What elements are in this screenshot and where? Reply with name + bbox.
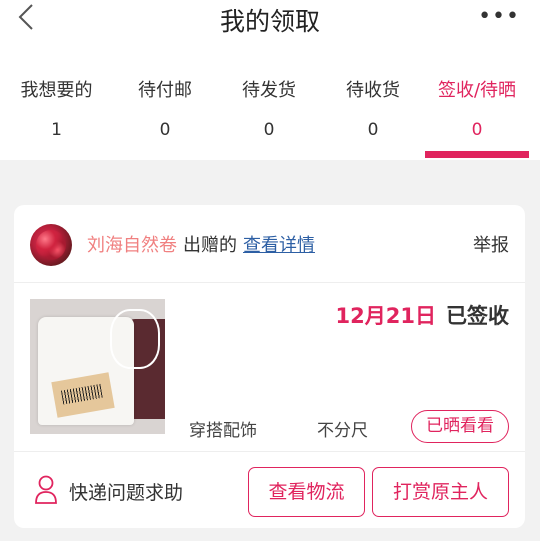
user-icon[interactable] bbox=[34, 474, 58, 504]
top-bar: 我的领取 ••• 我想要的 1 待付邮 0 待发货 0 待收货 0 签收/待晒 … bbox=[0, 0, 540, 160]
tab-count: 0 bbox=[471, 120, 483, 140]
tab-label: 待发货 bbox=[242, 80, 296, 101]
giver-row: 刘海自然卷 出赠的 查看详情 举报 bbox=[14, 205, 525, 283]
sign-date: 12月21日 bbox=[335, 304, 436, 328]
item-category: 穿搭配饰 bbox=[189, 421, 257, 441]
page-title: 我的领取 bbox=[219, 7, 320, 36]
more-options-icon[interactable]: ••• bbox=[478, 4, 520, 29]
sign-state: 已签收 bbox=[446, 304, 509, 328]
order-card: 刘海自然卷 出赠的 查看详情 举报 12月21日 已签收 穿搭配饰 不分尺 已晒看看 … bbox=[14, 205, 525, 528]
sign-status: 12月21日 已签收 bbox=[336, 300, 509, 330]
item-thumbnail[interactable] bbox=[30, 299, 165, 434]
giver-name[interactable]: 刘海自然卷 bbox=[87, 235, 177, 256]
tab-signed-to-share[interactable]: 签收/待晒 0 bbox=[425, 78, 529, 140]
report-button[interactable]: 举报 bbox=[473, 231, 509, 257]
show-off-button[interactable]: 已晒看看 bbox=[411, 410, 509, 443]
tab-count: 0 bbox=[159, 120, 171, 140]
avatar[interactable] bbox=[30, 224, 72, 266]
shipping-help-link[interactable]: 快递问题求助 bbox=[69, 478, 183, 505]
tab-label: 我想要的 bbox=[20, 80, 93, 101]
active-tab-indicator bbox=[425, 151, 529, 158]
status-tabs: 我想要的 1 待付邮 0 待发货 0 待收货 0 签收/待晒 0 bbox=[0, 78, 540, 140]
tab-label: 签收/待晒 bbox=[437, 80, 517, 101]
tab-pending-postage[interactable]: 待付邮 0 bbox=[113, 78, 217, 140]
tab-pending-receipt[interactable]: 待收货 0 bbox=[321, 78, 425, 140]
tab-count: 0 bbox=[367, 120, 379, 140]
tab-wanted[interactable]: 我想要的 1 bbox=[0, 78, 113, 140]
tab-pending-shipment[interactable]: 待发货 0 bbox=[217, 78, 321, 140]
thumbnail-strap bbox=[110, 309, 160, 369]
action-row: 快递问题求助 查看物流 打赏原主人 bbox=[14, 453, 525, 528]
tab-count: 1 bbox=[51, 120, 62, 140]
tab-label: 待收货 bbox=[346, 80, 400, 101]
giver-verb: 出赠的 bbox=[183, 235, 237, 256]
tab-count: 0 bbox=[263, 120, 275, 140]
item-size: 不分尺 bbox=[317, 421, 368, 441]
item-row: 12月21日 已签收 穿搭配饰 不分尺 已晒看看 bbox=[14, 284, 525, 452]
view-details-link[interactable]: 查看详情 bbox=[243, 235, 315, 256]
giver-info: 刘海自然卷 出赠的 查看详情 bbox=[87, 231, 315, 257]
view-logistics-button[interactable]: 查看物流 bbox=[248, 467, 365, 517]
tab-label: 待付邮 bbox=[138, 80, 192, 101]
tip-owner-button[interactable]: 打赏原主人 bbox=[372, 467, 509, 517]
